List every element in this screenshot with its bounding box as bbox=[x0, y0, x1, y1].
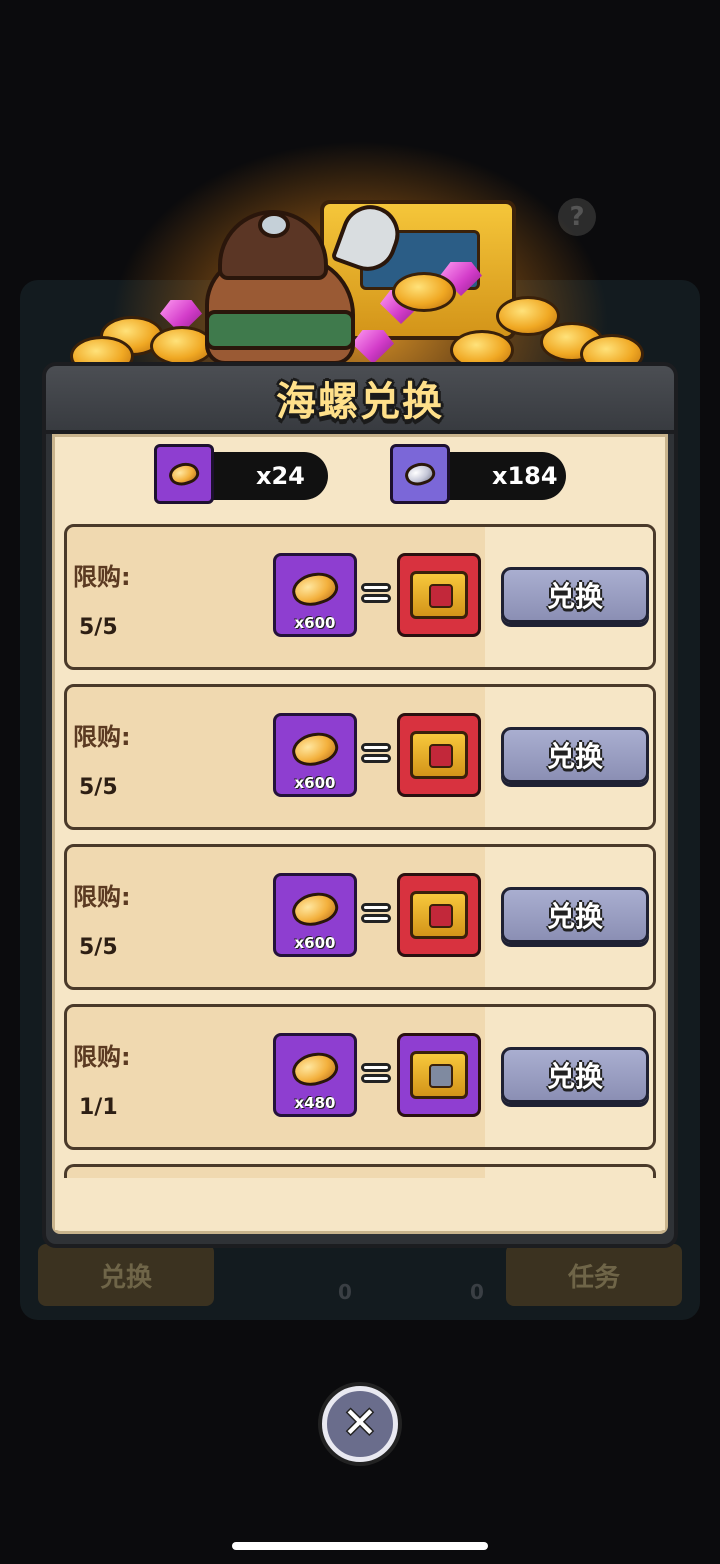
green-scarf bbox=[205, 310, 355, 350]
exchange-button[interactable]: 兑换 bbox=[501, 1047, 649, 1103]
background-counter: 0 bbox=[470, 1280, 484, 1304]
equals-icon bbox=[361, 1063, 391, 1089]
limit-count: 1/1 bbox=[79, 1095, 118, 1120]
limit-label: 限购: bbox=[73, 723, 131, 751]
limit-label: 限购: bbox=[73, 563, 131, 591]
list-fade bbox=[55, 1178, 665, 1230]
red-chest-icon bbox=[410, 891, 468, 939]
exchange-row: 限购: 1/1 x480 兑换 bbox=[64, 1004, 656, 1150]
dialog-title-bar: 海螺兑换 bbox=[46, 366, 674, 434]
cost-item: x480 bbox=[273, 1033, 357, 1117]
background-exchange-tab: 兑换 bbox=[38, 1244, 214, 1306]
cost-quantity: x600 bbox=[294, 774, 336, 792]
limit-count: 5/5 bbox=[79, 935, 118, 960]
limit-label: 限购: bbox=[73, 883, 131, 911]
background-counter: 0 bbox=[338, 1280, 352, 1304]
helmet-lamp bbox=[258, 212, 290, 238]
exchange-button[interactable]: 兑换 bbox=[501, 887, 649, 943]
limit-count: 5/5 bbox=[79, 615, 118, 640]
purple-chest-icon bbox=[410, 1051, 468, 1099]
cost-quantity: x480 bbox=[294, 1094, 336, 1112]
equals-icon bbox=[361, 583, 391, 609]
golden-conch-icon bbox=[288, 726, 342, 772]
reward-item bbox=[397, 553, 481, 637]
cost-quantity: x600 bbox=[294, 614, 336, 632]
exchange-row: 限购: 5/5 x600 兑换 bbox=[64, 524, 656, 670]
limit-count: 5/5 bbox=[79, 775, 118, 800]
reward-item bbox=[397, 713, 481, 797]
silver-conch-amount: x184 bbox=[492, 462, 558, 490]
exchange-row: 限购: 5/5 x600 兑换 bbox=[64, 844, 656, 990]
equals-icon bbox=[361, 903, 391, 929]
coin-icon bbox=[392, 272, 456, 312]
close-button[interactable]: ✕ bbox=[322, 1386, 398, 1462]
golden-conch-amount: x24 bbox=[256, 462, 305, 490]
exchange-button[interactable]: 兑换 bbox=[501, 567, 649, 623]
golden-conch-icon bbox=[288, 566, 342, 612]
red-chest-icon bbox=[410, 571, 468, 619]
dialog-title: 海螺兑换 bbox=[276, 379, 444, 425]
exchange-row: 限购: 5/5 x600 兑换 bbox=[64, 684, 656, 830]
golden-conch-icon bbox=[154, 444, 214, 504]
home-indicator[interactable] bbox=[232, 1542, 488, 1550]
exchange-button[interactable]: 兑换 bbox=[501, 727, 649, 783]
cost-item: x600 bbox=[273, 553, 357, 637]
reward-item bbox=[397, 1033, 481, 1117]
cost-item: x600 bbox=[273, 713, 357, 797]
equals-icon bbox=[361, 743, 391, 769]
silver-conch-icon bbox=[390, 444, 450, 504]
limit-label: 限购: bbox=[73, 1043, 131, 1071]
cost-quantity: x600 bbox=[294, 934, 336, 952]
reward-item bbox=[397, 873, 481, 957]
golden-conch-icon bbox=[288, 1046, 342, 1092]
golden-conch-icon bbox=[288, 886, 342, 932]
exchange-row-partial bbox=[64, 1164, 656, 1178]
cost-item: x600 bbox=[273, 873, 357, 957]
red-chest-icon bbox=[410, 731, 468, 779]
background-task-tab: 任务 bbox=[506, 1244, 682, 1306]
